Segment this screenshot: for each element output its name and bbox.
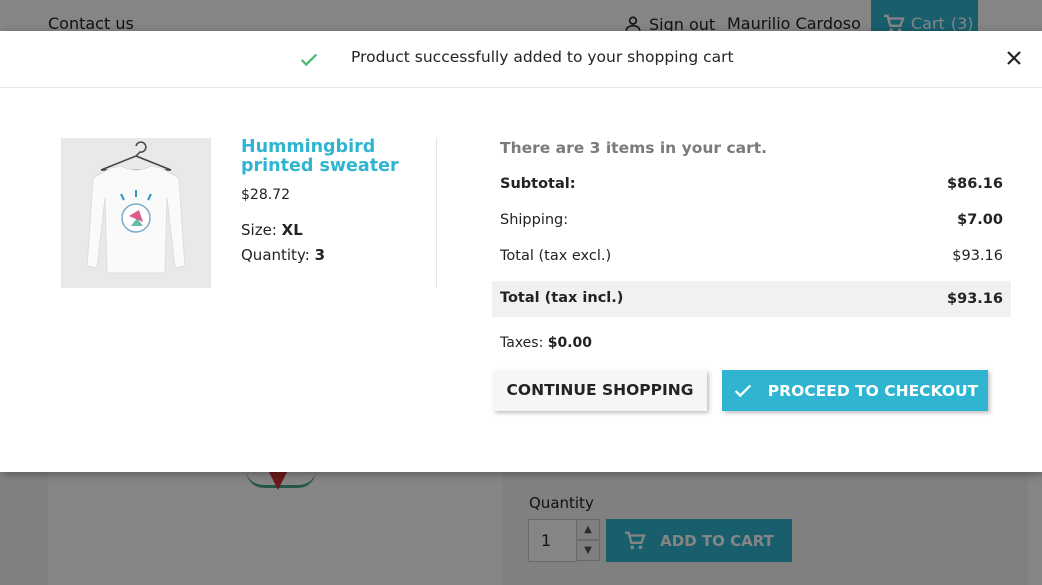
product-thumbnail — [61, 138, 211, 288]
quantity-label: Quantity: — [241, 246, 310, 264]
total-incl-label: Total (tax incl.) — [500, 290, 624, 306]
size-label: Size: — [241, 221, 277, 239]
subtotal-row: Subtotal: $86.16 — [492, 166, 1011, 202]
taxes-label: Taxes: — [500, 335, 544, 351]
modal-header: Product successfully added to your shopp… — [0, 31, 1042, 88]
subtotal-value: $86.16 — [947, 176, 1003, 192]
total-incl-value: $93.16 — [947, 291, 1003, 307]
cart-confirmation-modal: Product successfully added to your shopp… — [0, 31, 1042, 472]
total-excl-value: $93.16 — [952, 248, 1003, 264]
product-quantity: Quantity: 3 — [241, 246, 325, 264]
cart-items-count: There are 3 items in your cart. — [500, 139, 768, 157]
product-name: Hummingbird printed sweater — [241, 137, 399, 176]
proceed-to-checkout-button[interactable]: PROCEED TO CHECKOUT — [722, 370, 988, 411]
product-price: $28.72 — [241, 187, 290, 203]
quantity-value: 3 — [314, 246, 326, 264]
checkout-label: PROCEED TO CHECKOUT — [767, 381, 979, 400]
close-icon[interactable] — [1004, 48, 1024, 68]
product-size: Size: XL — [241, 221, 303, 239]
taxes-line: Taxes: $0.00 — [500, 335, 592, 351]
subtotal-label: Subtotal: — [500, 176, 576, 192]
success-message: Product successfully added to your shopp… — [351, 48, 734, 66]
shipping-label: Shipping: — [500, 212, 569, 228]
check-icon — [734, 384, 751, 397]
total-incl-row: Total (tax incl.) $93.16 — [492, 281, 1011, 317]
shipping-value: $7.00 — [957, 212, 1003, 228]
total-excl-row: Total (tax excl.) $93.16 — [492, 238, 1011, 274]
check-icon — [300, 53, 318, 67]
size-value: XL — [281, 221, 303, 239]
divider — [436, 138, 437, 288]
total-excl-label: Total (tax excl.) — [500, 248, 612, 264]
shipping-row: Shipping: $7.00 — [492, 202, 1011, 238]
continue-shopping-button[interactable]: CONTINUE SHOPPING — [493, 370, 707, 411]
taxes-value: $0.00 — [547, 335, 593, 351]
sweater-image — [61, 138, 211, 288]
